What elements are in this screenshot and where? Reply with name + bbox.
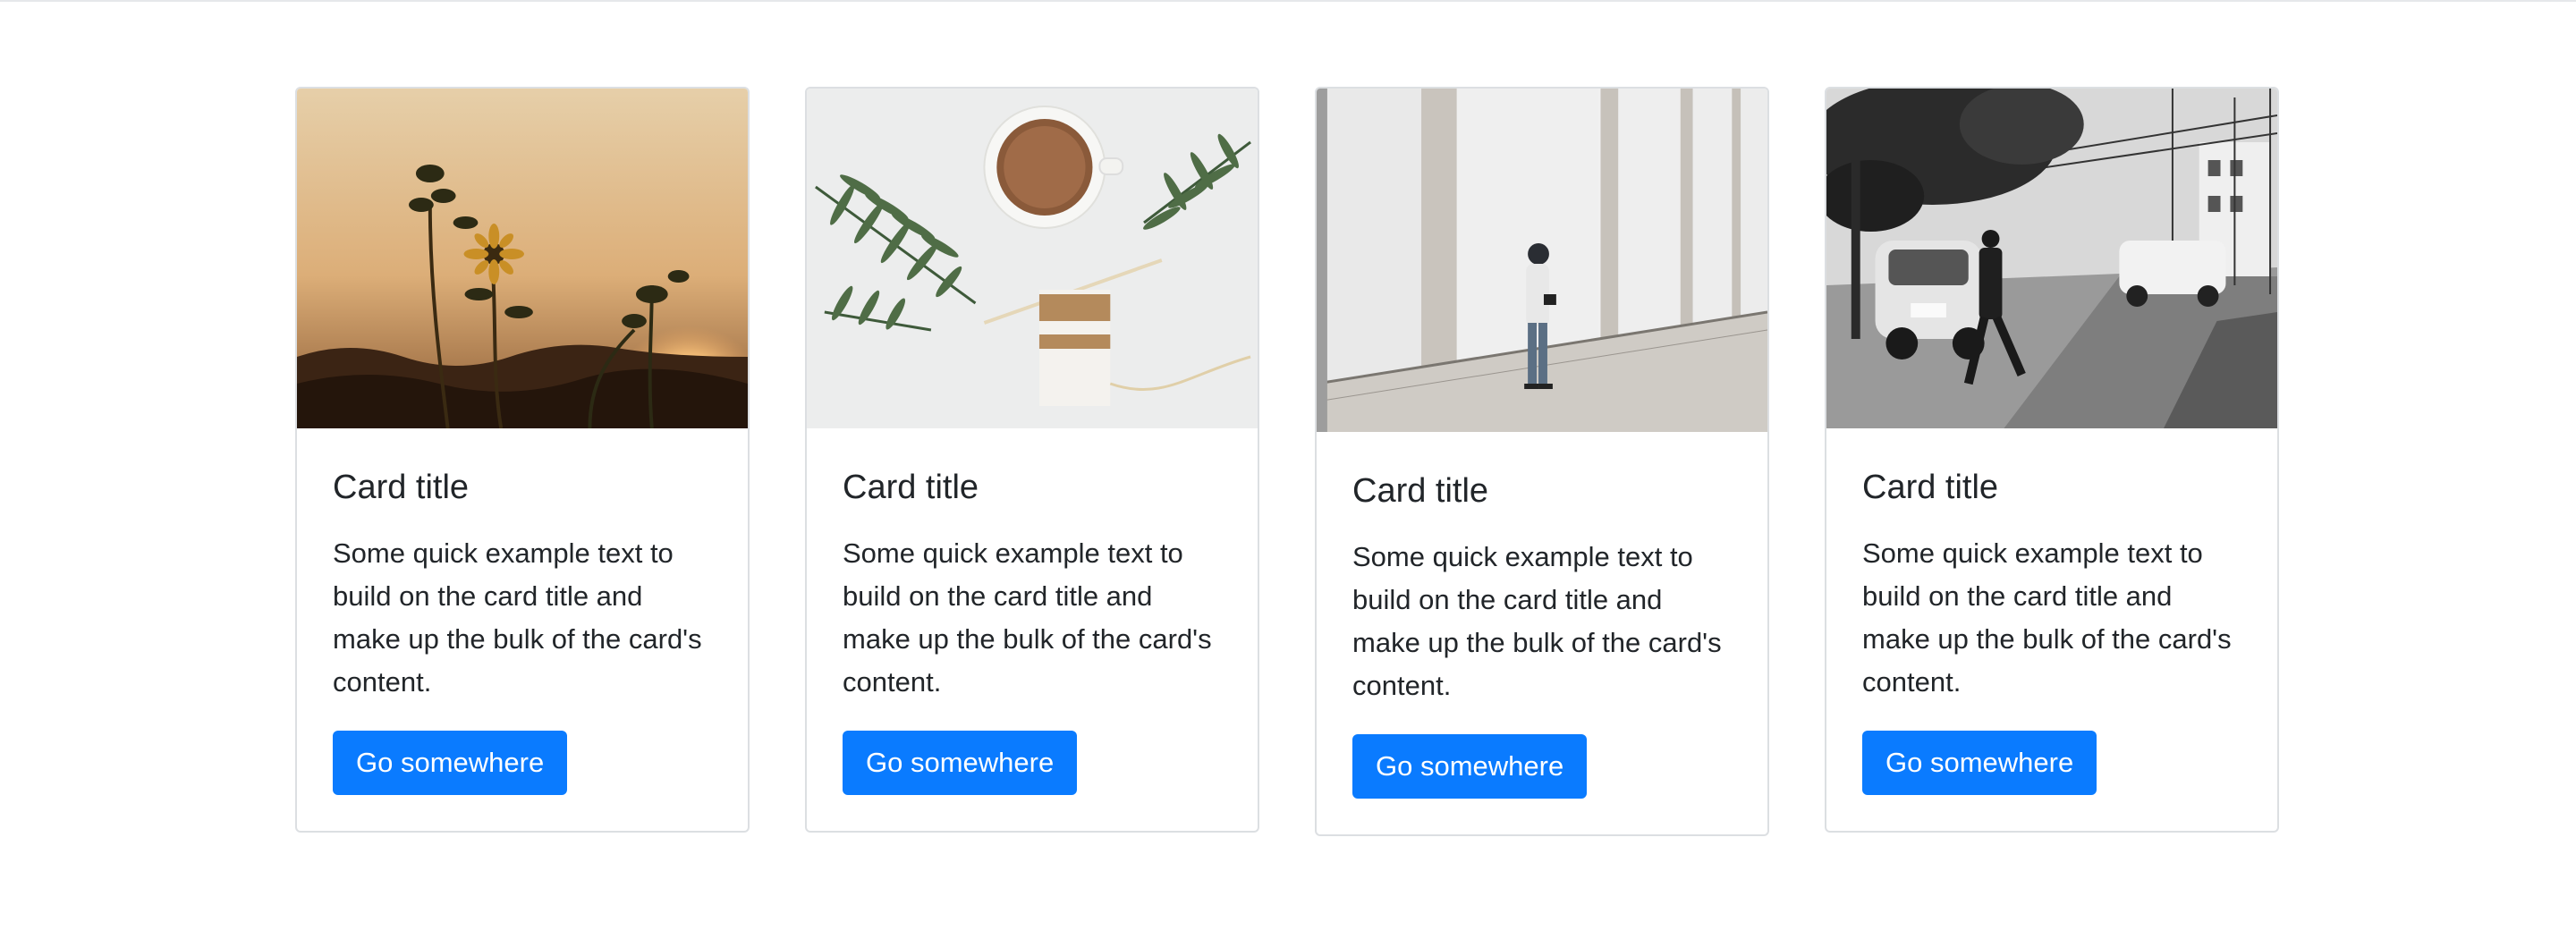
card-text: Some quick example text to build on the … [333, 537, 702, 698]
card-title: Card title [1862, 469, 1999, 506]
card-3: Card title Some quick example text to bu… [1315, 87, 1769, 836]
go-somewhere-button[interactable]: Go somewhere [1862, 730, 2097, 795]
card-image-columns-photographer [1317, 89, 1767, 432]
go-somewhere-button[interactable]: Go somewhere [843, 730, 1078, 795]
card-1: Card title Some quick example text to bu… [295, 87, 750, 833]
card-title: Card title [333, 469, 470, 506]
card-image-street-scene [1826, 89, 2277, 428]
card-image-sunset-flower [297, 89, 748, 428]
card-title: Card title [1352, 472, 1489, 510]
card-text: Some quick example text to build on the … [843, 537, 1212, 698]
card-4: Card title Some quick example text to bu… [1825, 87, 2279, 833]
go-somewhere-button[interactable]: Go somewhere [1352, 733, 1588, 799]
top-divider [0, 0, 2576, 2]
card-image-coffee-knitting [807, 89, 1258, 428]
card-text: Some quick example text to build on the … [1862, 537, 2232, 698]
card-2: Card title Some quick example text to bu… [805, 87, 1259, 833]
card-title: Card title [843, 469, 979, 506]
card-text: Some quick example text to build on the … [1352, 540, 1722, 701]
go-somewhere-button[interactable]: Go somewhere [333, 730, 568, 795]
